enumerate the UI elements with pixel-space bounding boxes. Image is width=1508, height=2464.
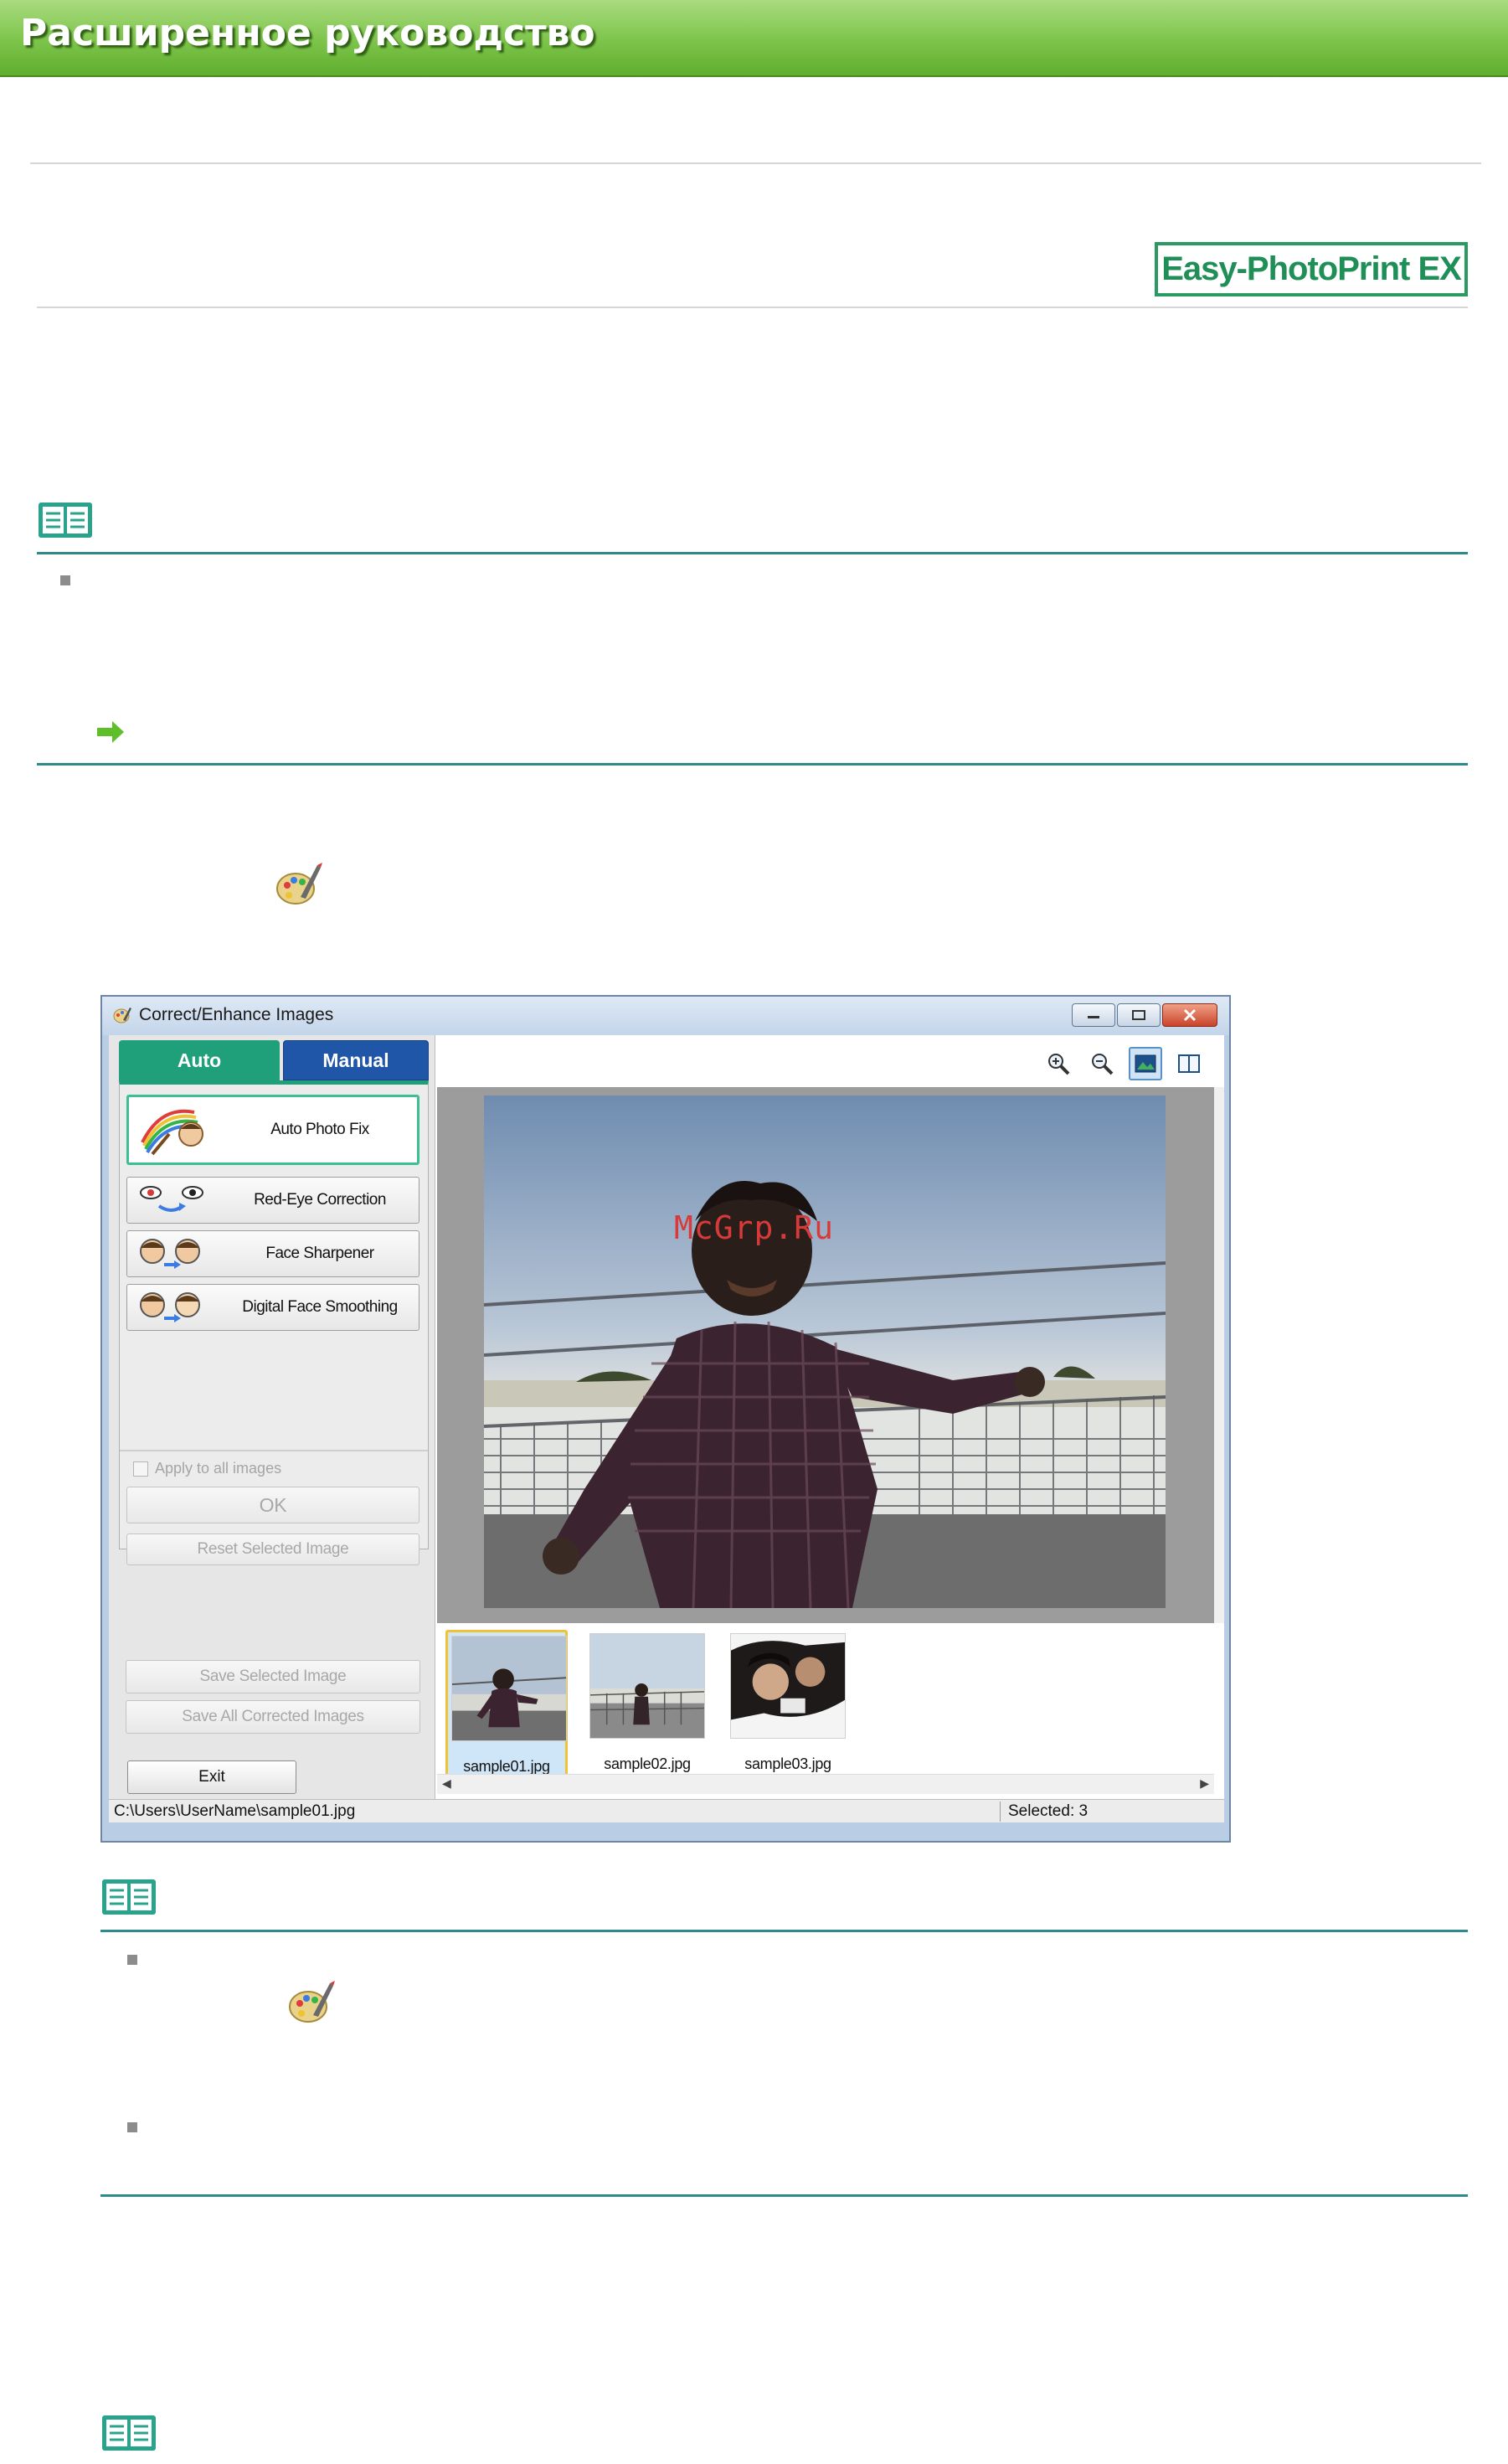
auto-tab-panel: Auto Photo Fix Red-Eye Correction Face S… [119,1080,429,1565]
thumbnail-image [451,1636,567,1741]
page-header-title: Расширенное руководство [20,12,595,54]
maximize-button[interactable] [1117,1003,1161,1027]
thumbnail-label: sample01.jpg [463,1758,550,1775]
correct-enhance-palette-icon [276,863,322,905]
preview-photo [484,1095,1166,1608]
maximize-icon [1132,1010,1145,1020]
digital-face-smoothing-icon [140,1292,200,1322]
compare-view-icon [1178,1054,1200,1073]
note-bottom-rule [100,2194,1468,2197]
note-top-rule [100,1930,1468,1932]
red-eye-correction-button[interactable]: Red-Eye Correction [126,1177,419,1224]
note-book-icon [102,2415,156,2451]
arrow-right-icon[interactable] [95,719,126,745]
page-header-bar: Расширенное руководство [0,0,1508,77]
tab-manual[interactable]: Manual [283,1040,429,1080]
red-eye-correction-icon [140,1186,203,1212]
status-selected-count: Selected: 3 [1008,1802,1089,1820]
close-icon [1183,1008,1197,1022]
apply-to-all-label: Apply to all images [155,1460,282,1477]
status-bar: C:\Users\UserName\sample01.jpg Selected:… [109,1799,1224,1822]
window-titlebar[interactable]: Correct/Enhance Images [102,997,1229,1035]
thumbnail-item[interactable]: sample03.jpg [727,1630,849,1779]
thumbnail-label: sample02.jpg [604,1755,691,1772]
correct-enhance-window: Correct/Enhance Images Auto Manual Auto … [100,995,1231,1843]
preview-vertical-scrollbar[interactable] [1214,1087,1224,1623]
auto-photo-fix-button[interactable]: Auto Photo Fix [126,1095,419,1165]
zoom-out-button[interactable] [1085,1047,1119,1080]
zoom-out-icon [1092,1054,1114,1075]
apply-to-all-checkbox[interactable] [133,1461,148,1477]
digital-face-smoothing-label: Digital Face Smoothing [242,1298,398,1316]
left-panel: Auto Manual Auto Photo Fix Red-Eye Corre… [109,1035,435,1799]
face-sharpener-icon [140,1239,200,1269]
face-sharpener-button[interactable]: Face Sharpener [126,1230,419,1277]
panel-separator [120,1450,428,1451]
apply-to-all-row[interactable]: Apply to all images [133,1460,281,1477]
app-palette-icon [113,1008,131,1023]
close-button[interactable] [1162,1003,1217,1027]
scroll-left-icon[interactable]: ◀ [442,1776,451,1791]
window-body: Auto Manual Auto Photo Fix Red-Eye Corre… [109,1035,1224,1822]
save-selected-image-button[interactable]: Save Selected Image [126,1660,420,1693]
right-panel: sample01.jpg sample02.jpg sample03.jpg ◀… [437,1035,1224,1799]
window-title: Correct/Enhance Images [139,1005,334,1024]
note-bottom-rule [37,763,1468,765]
status-separator [1000,1802,1001,1822]
thumbnail-image [730,1633,846,1739]
save-all-corrected-images-button[interactable]: Save All Corrected Images [126,1700,420,1734]
minimize-icon [1088,1016,1099,1018]
bullet-marker [127,1955,137,1965]
tab-auto[interactable]: Auto [119,1040,280,1080]
zoom-in-icon [1048,1054,1070,1075]
product-badge: Easy-PhotoPrint EX [1155,242,1468,296]
bullet-marker [60,575,70,585]
auto-photo-fix-icon [141,1109,203,1156]
header-divider [30,162,1481,164]
status-file-path: C:\Users\UserName\sample01.jpg [114,1802,356,1820]
digital-face-smoothing-button[interactable]: Digital Face Smoothing [126,1284,419,1331]
scroll-right-icon[interactable]: ▶ [1200,1776,1209,1791]
single-view-button[interactable] [1129,1047,1162,1080]
zoom-in-button[interactable] [1042,1047,1075,1080]
note-top-rule [37,552,1468,554]
note-book-icon [39,503,92,538]
note-book-icon [102,1879,156,1915]
reset-selected-image-button[interactable]: Reset Selected Image [126,1534,419,1565]
thumbnail-item[interactable]: sample01.jpg [445,1630,568,1779]
minimize-button[interactable] [1072,1003,1115,1027]
correct-enhance-palette-icon [289,1981,335,2023]
watermark-text: McGrp.Ru [674,1209,835,1246]
compare-view-button[interactable] [1172,1047,1206,1080]
single-image-view-icon [1135,1054,1156,1073]
thumbnail-strip: sample01.jpg sample02.jpg sample03.jpg [437,1625,1224,1779]
face-sharpener-label: Face Sharpener [265,1245,374,1262]
red-eye-correction-label: Red-Eye Correction [254,1191,386,1209]
ok-button[interactable]: OK [126,1487,419,1523]
auto-photo-fix-label: Auto Photo Fix [270,1121,369,1138]
thumbnail-image [589,1633,705,1739]
thumbnail-label: sample03.jpg [744,1755,831,1772]
title-divider [37,307,1468,308]
thumbnail-item[interactable]: sample02.jpg [586,1630,708,1779]
exit-button[interactable]: Exit [127,1760,296,1794]
thumbnail-horizontal-scrollbar[interactable]: ◀ ▶ [437,1774,1214,1794]
image-preview-area[interactable] [437,1087,1214,1623]
bullet-marker [127,2122,137,2132]
